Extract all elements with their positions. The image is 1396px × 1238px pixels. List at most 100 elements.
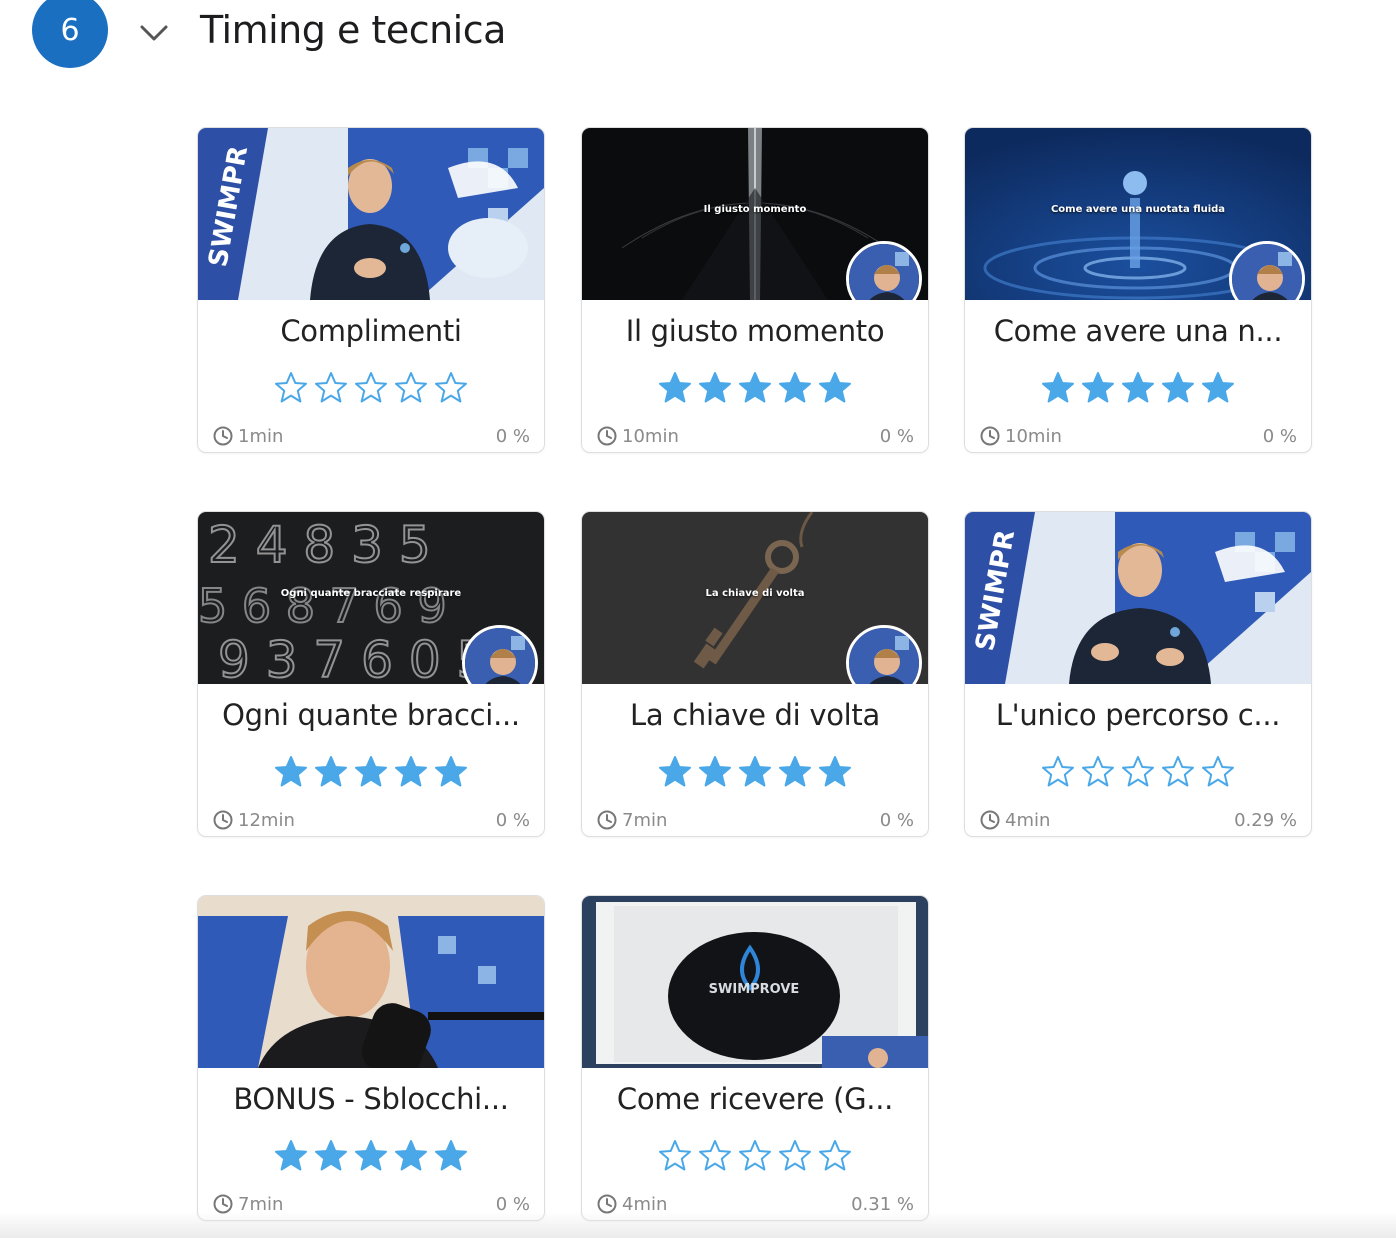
chevron-down-icon[interactable] xyxy=(138,20,170,46)
clock-icon xyxy=(213,426,233,446)
star-icon[interactable] xyxy=(273,370,309,406)
star-icon[interactable] xyxy=(777,754,813,790)
star-icon[interactable] xyxy=(313,370,349,406)
lesson-title: Come ricevere (G... xyxy=(616,1082,894,1116)
star-rating[interactable] xyxy=(198,370,544,406)
star-icon[interactable] xyxy=(1160,754,1196,790)
clock-icon xyxy=(597,426,617,446)
lesson-card[interactable]: La chiave di volta La chiave di volta 7m… xyxy=(581,511,929,837)
star-icon[interactable] xyxy=(393,370,429,406)
lesson-thumbnail xyxy=(198,896,544,1068)
star-icon[interactable] xyxy=(313,754,349,790)
cap-brand-text: SWIMPROVE xyxy=(709,982,800,997)
lesson-card[interactable]: SWIMPROVE Come ricevere (G... 4min 0.31 … xyxy=(581,895,929,1221)
lesson-thumbnail: SWIMPROVE xyxy=(582,896,928,1068)
star-icon[interactable] xyxy=(737,370,773,406)
star-icon[interactable] xyxy=(777,1138,813,1174)
star-icon[interactable] xyxy=(1200,370,1236,406)
star-icon[interactable] xyxy=(1080,370,1116,406)
star-icon[interactable] xyxy=(433,754,469,790)
bottom-scroll-shadow xyxy=(0,1212,1396,1238)
star-icon[interactable] xyxy=(817,1138,853,1174)
star-icon[interactable] xyxy=(353,370,389,406)
star-rating[interactable] xyxy=(965,754,1311,790)
lesson-title: Come avere una n... xyxy=(993,314,1283,348)
lesson-footer: 12min 0 % xyxy=(212,808,530,832)
star-icon[interactable] xyxy=(737,1138,773,1174)
duration-text: 7min xyxy=(622,809,668,831)
star-icon[interactable] xyxy=(313,1138,349,1174)
lesson-title: Complimenti xyxy=(280,314,462,348)
star-icon[interactable] xyxy=(737,754,773,790)
star-icon[interactable] xyxy=(1040,370,1076,406)
lesson-thumbnail: La chiave di volta xyxy=(582,512,928,684)
star-icon[interactable] xyxy=(273,1138,309,1174)
star-icon[interactable] xyxy=(273,754,309,790)
section-title: Timing e tecnica xyxy=(200,8,506,52)
lesson-footer: 10min 0 % xyxy=(979,424,1297,448)
star-rating[interactable] xyxy=(582,754,928,790)
star-icon[interactable] xyxy=(657,1138,693,1174)
lesson-footer: 7min 0 % xyxy=(596,808,914,832)
lesson-thumbnail: SWIMPR xyxy=(198,128,544,300)
progress-text: 0.29 % xyxy=(1234,809,1297,831)
star-icon[interactable] xyxy=(697,754,733,790)
star-icon[interactable] xyxy=(697,370,733,406)
duration-text: 1min xyxy=(238,425,284,447)
star-icon[interactable] xyxy=(657,754,693,790)
star-icon[interactable] xyxy=(353,1138,389,1174)
lesson-footer: 1min 0 % xyxy=(212,424,530,448)
lesson-card[interactable]: 2 4 8 3 5 5 6 8 7 6 9 9 3 7 6 0 5 Ogni q… xyxy=(197,511,545,837)
lesson-title: L'unico percorso c... xyxy=(995,698,1281,732)
star-icon[interactable] xyxy=(1160,370,1196,406)
star-icon[interactable] xyxy=(1080,754,1116,790)
lesson-thumbnail: Il giusto momento xyxy=(582,128,928,300)
star-icon[interactable] xyxy=(817,754,853,790)
star-icon[interactable] xyxy=(657,370,693,406)
star-icon[interactable] xyxy=(1200,754,1236,790)
duration: 10min xyxy=(979,425,1062,447)
section-number-badge: 6 xyxy=(32,0,108,68)
star-icon[interactable] xyxy=(393,754,429,790)
star-icon[interactable] xyxy=(817,370,853,406)
lesson-thumbnail: Come avere una nuotata fluida xyxy=(965,128,1311,300)
lesson-card[interactable]: SWIMPR Complimenti 1min 0 % xyxy=(197,127,545,453)
duration-text: 10min xyxy=(1005,425,1062,447)
star-icon[interactable] xyxy=(393,1138,429,1174)
star-icon[interactable] xyxy=(433,1138,469,1174)
lesson-title: BONUS - Sblocchi... xyxy=(233,1082,509,1116)
star-rating[interactable] xyxy=(582,1138,928,1174)
lesson-title: La chiave di volta xyxy=(630,698,880,732)
lesson-title: Ogni quante bracci... xyxy=(222,698,520,732)
star-icon[interactable] xyxy=(353,754,389,790)
duration: 7min xyxy=(596,809,667,831)
lesson-title: Il giusto momento xyxy=(625,314,885,348)
svg-text:2 4 8 3 5: 2 4 8 3 5 xyxy=(208,516,431,574)
lesson-thumbnail: 2 4 8 3 5 5 6 8 7 6 9 9 3 7 6 0 5 Ogni q… xyxy=(198,512,544,684)
star-icon[interactable] xyxy=(777,370,813,406)
star-icon[interactable] xyxy=(1120,370,1156,406)
thumbnail-caption: Come avere una nuotata fluida xyxy=(1050,204,1226,215)
lesson-card[interactable]: SWIMPR L'unico percorso c... 4min 0.29 % xyxy=(964,511,1312,837)
star-rating[interactable] xyxy=(198,1138,544,1174)
star-rating[interactable] xyxy=(582,370,928,406)
clock-icon xyxy=(213,810,233,830)
lesson-thumbnail: SWIMPR xyxy=(965,512,1311,684)
star-rating[interactable] xyxy=(965,370,1311,406)
lesson-card[interactable]: BONUS - Sblocchi... 7min 0 % xyxy=(197,895,545,1221)
lesson-card[interactable]: Come avere una nuotata fluida Come avere… xyxy=(964,127,1312,453)
star-icon[interactable] xyxy=(1040,754,1076,790)
thumbnail-caption: La chiave di volta xyxy=(705,588,805,599)
section-number: 6 xyxy=(60,12,80,48)
star-icon[interactable] xyxy=(433,370,469,406)
clock-icon xyxy=(980,810,1000,830)
duration-text: 4min xyxy=(1005,809,1051,831)
duration: 4min xyxy=(979,809,1050,831)
section-header: 6 Timing e tecnica xyxy=(0,0,1396,90)
star-rating[interactable] xyxy=(198,754,544,790)
star-icon[interactable] xyxy=(1120,754,1156,790)
star-icon[interactable] xyxy=(697,1138,733,1174)
lesson-card[interactable]: Il giusto momento Il giusto momento 10mi… xyxy=(581,127,929,453)
duration: 1min xyxy=(212,425,283,447)
thumbnail-caption: Il giusto momento xyxy=(703,204,807,215)
